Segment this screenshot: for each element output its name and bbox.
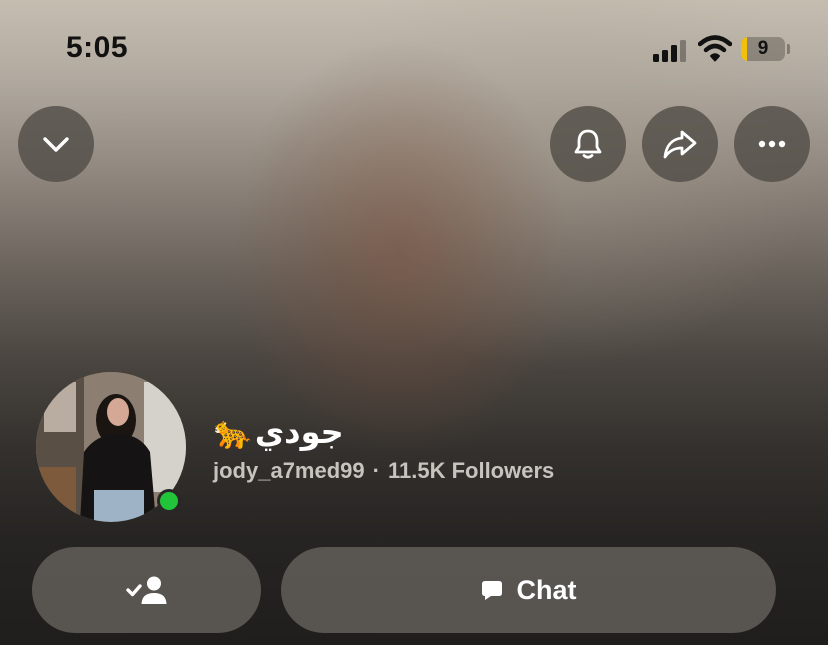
profile-display-name: 🐆 جودي <box>213 410 344 454</box>
name-emoji: 🐆 <box>213 414 253 450</box>
status-bar: 5:05 9 <box>0 0 828 90</box>
chat-button-label: Chat <box>516 574 577 605</box>
battery-level: 9 <box>757 38 769 59</box>
more-dots-icon <box>758 140 786 148</box>
bell-icon <box>574 129 602 159</box>
profile-avatar-container[interactable] <box>36 372 186 522</box>
separator-dot: · <box>372 458 380 483</box>
online-status-dot <box>157 489 181 513</box>
added-friend-icon <box>125 576 166 604</box>
chat-button[interactable]: Chat <box>281 547 776 633</box>
share-arrow-icon <box>663 130 697 159</box>
status-time: 5:05 <box>66 31 129 64</box>
friend-status-button[interactable] <box>32 547 261 633</box>
battery-tip <box>787 44 790 54</box>
profile-subline: jody_a7med99 · 11.5K Followers <box>213 458 554 484</box>
chevron-down-icon <box>43 137 69 152</box>
display-name-text: جودي <box>254 413 344 451</box>
chat-bubble-icon <box>481 581 502 600</box>
username[interactable]: jody_a7med99 <box>213 458 365 483</box>
battery-indicator: 9 <box>741 37 785 61</box>
followers-count[interactable]: 11.5K Followers <box>388 458 554 483</box>
wifi-icon <box>698 35 732 62</box>
share-button[interactable] <box>642 106 718 182</box>
collapse-button[interactable] <box>18 106 94 182</box>
notifications-button[interactable] <box>550 106 626 182</box>
more-options-button[interactable] <box>734 106 810 182</box>
cellular-signal-icon <box>653 40 689 62</box>
